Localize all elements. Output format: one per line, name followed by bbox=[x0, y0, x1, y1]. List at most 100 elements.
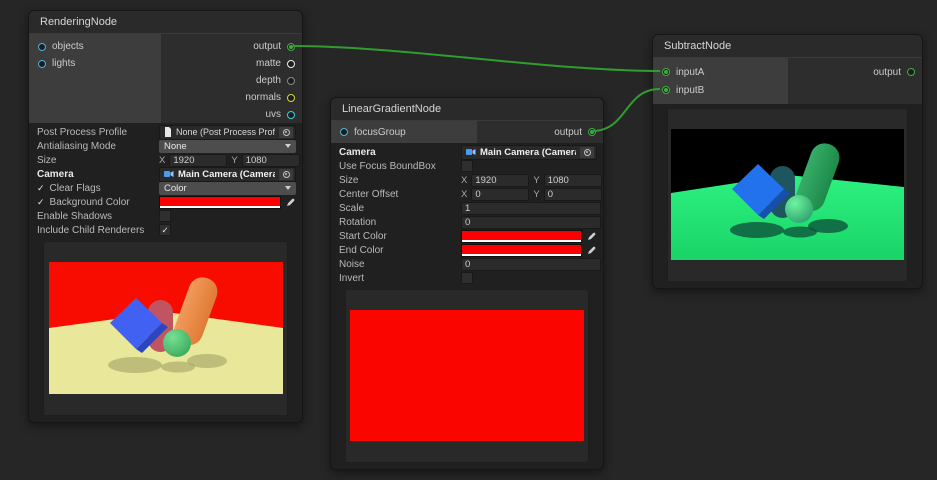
prop-row-scale: Scale bbox=[331, 201, 603, 215]
port-circle-icon[interactable] bbox=[38, 43, 46, 51]
size-y-input[interactable] bbox=[242, 154, 300, 167]
alpha-bar bbox=[462, 254, 581, 256]
port-circle-icon[interactable] bbox=[287, 60, 295, 68]
object-field-value: Main Camera (Camera) bbox=[178, 169, 275, 180]
size-x-input[interactable] bbox=[471, 174, 529, 187]
prop-label: Include Child Renderers bbox=[37, 225, 155, 236]
port-label: matte bbox=[256, 58, 281, 69]
node-rendering[interactable]: RenderingNode objects lights output matt… bbox=[28, 10, 303, 423]
include-child-renderers-checkbox[interactable]: ✓ bbox=[159, 224, 171, 236]
dropdown-value: None bbox=[164, 141, 187, 152]
prop-label: Antialiasing Mode bbox=[37, 141, 155, 152]
node-title[interactable]: SubtractNode bbox=[653, 35, 922, 58]
port-depth[interactable]: depth bbox=[161, 72, 302, 89]
port-label: inputB bbox=[676, 85, 704, 96]
port-circle-icon[interactable] bbox=[287, 43, 295, 51]
prop-row-post-process-profile: Post Process Profile None (Post Process … bbox=[29, 125, 302, 139]
port-objects[interactable]: objects bbox=[29, 38, 161, 55]
prop-row-antialiasing-mode: Antialiasing Mode None bbox=[29, 139, 302, 153]
port-circle-icon[interactable] bbox=[287, 77, 295, 85]
eyedropper-icon[interactable] bbox=[586, 245, 597, 256]
output-ports-panel: output bbox=[477, 121, 603, 143]
clear-flags-dropdown[interactable]: Color bbox=[159, 182, 296, 195]
port-circle-icon[interactable] bbox=[287, 111, 295, 119]
gradient-preview-panel bbox=[345, 289, 589, 463]
port-circle-icon[interactable] bbox=[287, 94, 295, 102]
y-axis-label: Y bbox=[533, 175, 539, 186]
size-y-input[interactable] bbox=[544, 174, 602, 187]
port-output[interactable]: output bbox=[788, 63, 922, 81]
port-uvs[interactable]: uvs bbox=[161, 106, 302, 123]
port-circle-icon[interactable] bbox=[907, 68, 915, 76]
invert-checkbox[interactable] bbox=[461, 272, 473, 284]
prop-row-clear-flags: ✓ Clear Flags Color bbox=[29, 181, 302, 195]
node-subtract[interactable]: SubtractNode inputA inputB output bbox=[652, 34, 923, 289]
port-circle-icon[interactable] bbox=[38, 60, 46, 68]
port-circle-icon[interactable] bbox=[662, 86, 670, 94]
prop-row-include-child-renderers: Include Child Renderers ✓ bbox=[29, 223, 302, 237]
port-circle-icon[interactable] bbox=[588, 128, 596, 136]
prop-label: Camera bbox=[37, 169, 155, 180]
use-focus-boundbox-checkbox[interactable] bbox=[461, 160, 473, 172]
antialiasing-dropdown[interactable]: None bbox=[159, 140, 296, 153]
wire-rendering-output-to-subtract-inputA[interactable] bbox=[293, 46, 660, 71]
scale-input[interactable] bbox=[461, 202, 601, 215]
object-field-camera[interactable]: Main Camera (Camera) bbox=[461, 145, 597, 160]
object-picker-icon bbox=[283, 171, 290, 178]
object-picker-button[interactable] bbox=[279, 169, 293, 180]
prop-row-start-color: Start Color bbox=[331, 229, 603, 243]
object-field-camera[interactable]: Main Camera (Camera) bbox=[159, 167, 296, 182]
center-offset-y-input[interactable] bbox=[544, 188, 602, 201]
port-focus-group[interactable]: focusGroup bbox=[331, 123, 477, 141]
ports-section: objects lights output matte depth normal… bbox=[29, 34, 302, 123]
node-title[interactable]: LinearGradientNode bbox=[331, 98, 603, 121]
size-x-input[interactable] bbox=[169, 154, 227, 167]
port-matte[interactable]: matte bbox=[161, 55, 302, 72]
input-ports-panel: focusGroup bbox=[331, 121, 477, 143]
prop-row-invert: Invert bbox=[331, 271, 603, 285]
port-circle-icon[interactable] bbox=[340, 128, 348, 136]
port-output[interactable]: output bbox=[161, 38, 302, 55]
background-color-swatch[interactable] bbox=[159, 196, 281, 209]
prop-label: Scale bbox=[339, 203, 457, 214]
start-color-swatch[interactable] bbox=[461, 230, 582, 243]
node-title[interactable]: RenderingNode bbox=[29, 11, 302, 34]
sphere bbox=[785, 195, 813, 223]
node-linear-gradient[interactable]: LinearGradientNode focusGroup output Cam… bbox=[330, 97, 604, 470]
port-inputA[interactable]: inputA bbox=[653, 63, 788, 81]
port-output[interactable]: output bbox=[477, 123, 603, 141]
port-label: output bbox=[253, 41, 281, 52]
checkbox-checked-icon[interactable]: ✓ bbox=[37, 198, 45, 207]
node-graph-canvas[interactable]: { "colors": { "wire": "#2f9e2f" }, "rend… bbox=[0, 0, 937, 480]
subtract-preview-panel bbox=[667, 108, 908, 282]
noise-input[interactable] bbox=[461, 258, 601, 271]
object-field-post-process-profile[interactable]: None (Post Process Profile) bbox=[159, 125, 296, 140]
port-normals[interactable]: normals bbox=[161, 89, 302, 106]
port-lights[interactable]: lights bbox=[29, 55, 161, 72]
end-color-swatch[interactable] bbox=[461, 244, 582, 257]
prop-label: Size bbox=[339, 175, 457, 186]
enable-shadows-checkbox[interactable] bbox=[159, 210, 171, 222]
port-inputB[interactable]: inputB bbox=[653, 81, 788, 99]
prop-row-size: Size X Y bbox=[29, 153, 302, 167]
prop-row-use-focus-boundbox: Use Focus BoundBox bbox=[331, 159, 603, 173]
rotation-input[interactable] bbox=[461, 216, 601, 229]
properties-section: Camera Main Camera (Camera) Use Focus Bo… bbox=[331, 143, 603, 287]
y-axis-label: Y bbox=[231, 155, 237, 166]
prop-label: Post Process Profile bbox=[37, 127, 155, 138]
center-offset-x-input[interactable] bbox=[471, 188, 529, 201]
eyedropper-icon[interactable] bbox=[586, 231, 597, 242]
input-ports-panel: inputA inputB bbox=[653, 58, 788, 104]
checkbox-checked-icon[interactable]: ✓ bbox=[37, 184, 45, 193]
prop-row-noise: Noise bbox=[331, 257, 603, 271]
port-label: objects bbox=[52, 41, 84, 52]
dropdown-value: Color bbox=[164, 183, 187, 194]
prop-row-end-color: End Color bbox=[331, 243, 603, 257]
x-axis-label: X bbox=[461, 175, 467, 186]
object-picker-button[interactable] bbox=[279, 127, 293, 138]
object-field-value: Main Camera (Camera) bbox=[480, 147, 576, 158]
object-picker-button[interactable] bbox=[580, 147, 594, 158]
eyedropper-icon[interactable] bbox=[285, 197, 296, 208]
prop-row-enable-shadows: Enable Shadows bbox=[29, 209, 302, 223]
port-circle-icon[interactable] bbox=[662, 68, 670, 76]
